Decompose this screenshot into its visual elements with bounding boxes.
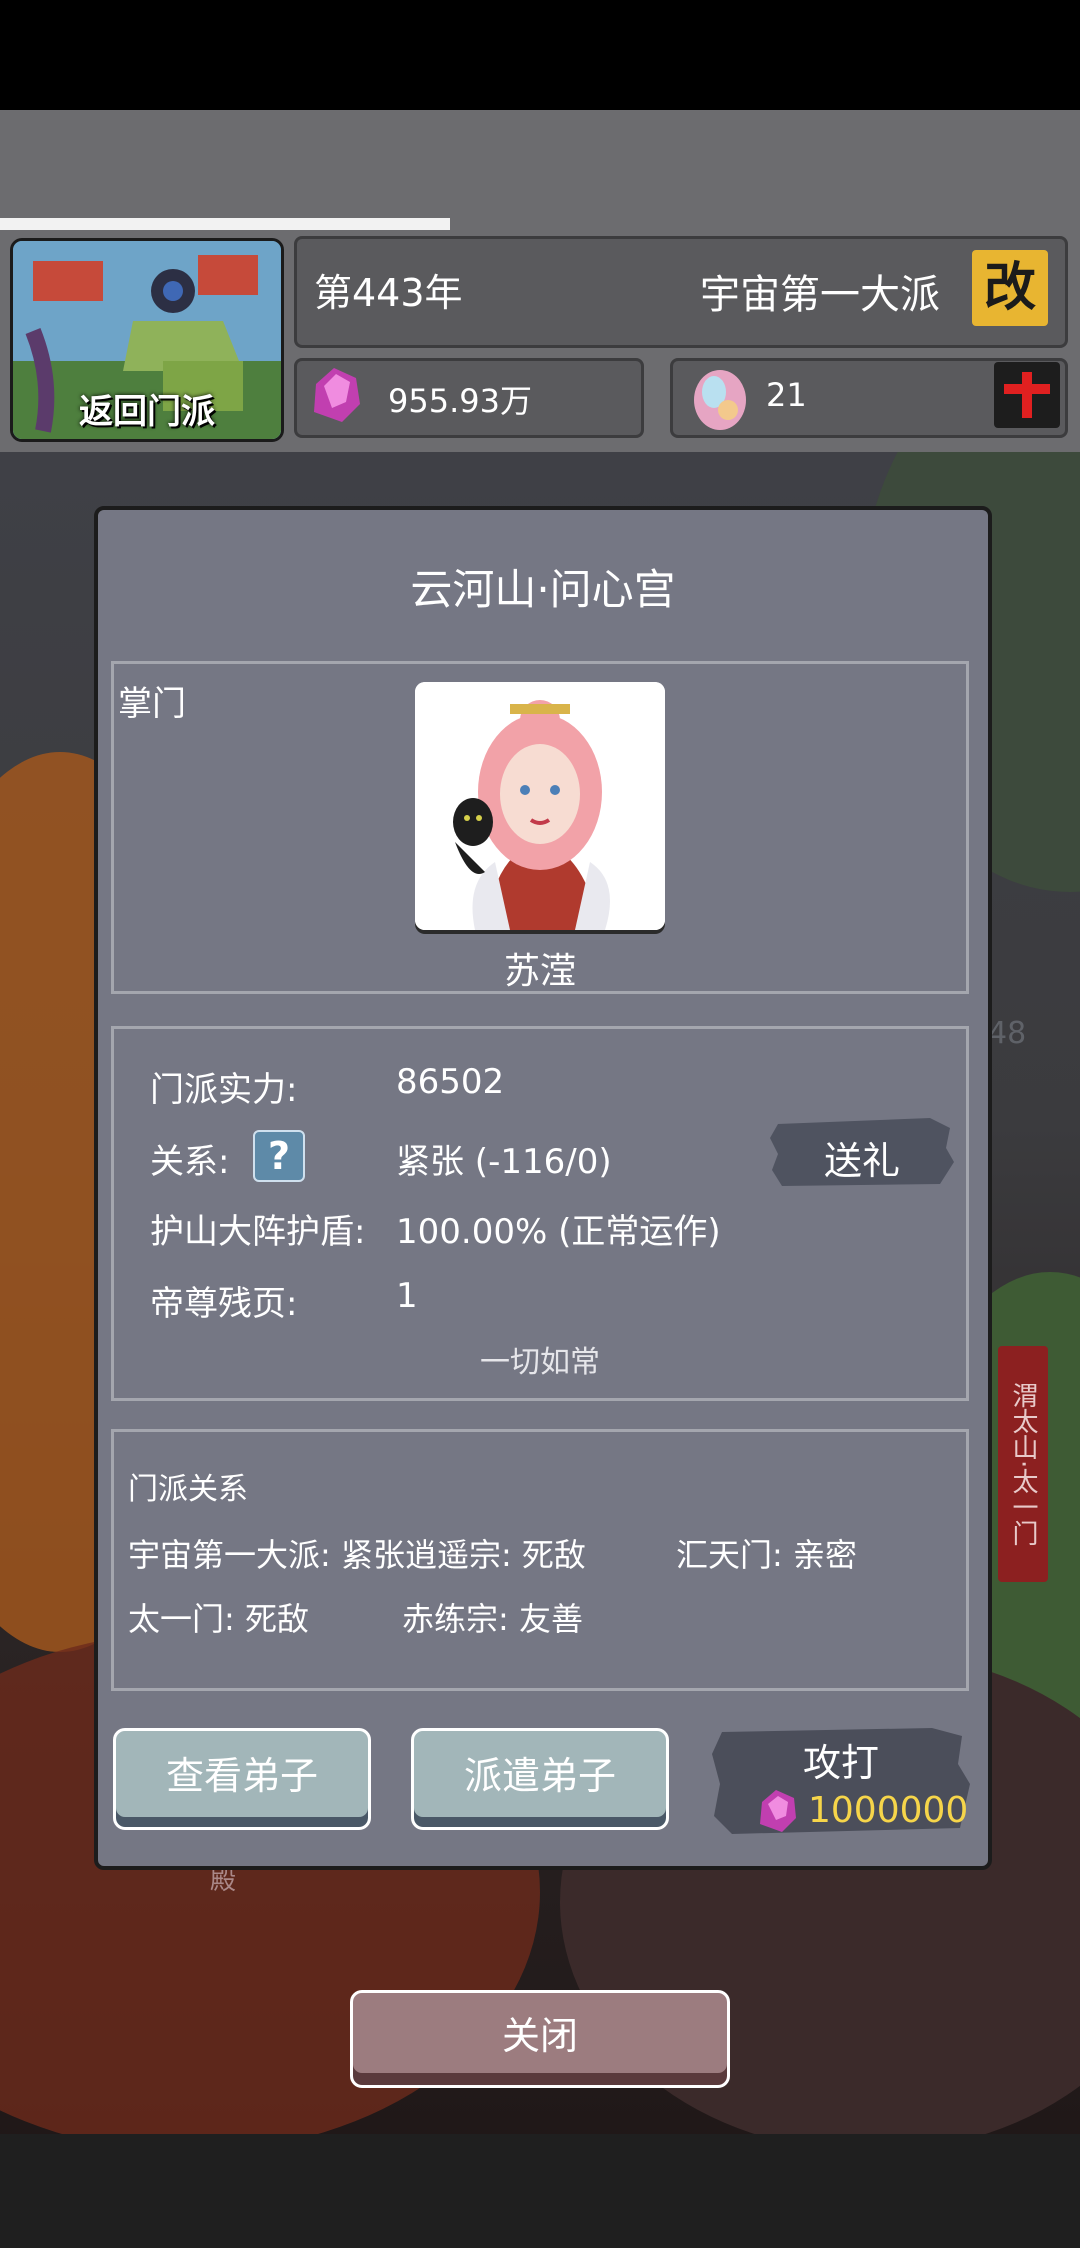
leader-name: 苏滢: [503, 951, 576, 992]
map-number-label: 48: [988, 1016, 1027, 1051]
view-disciples-button[interactable]: 查看弟子: [113, 1728, 371, 1830]
add-button[interactable]: [994, 362, 1060, 428]
pages-label: 帝尊残页:: [150, 1284, 298, 1324]
shield-value: 100.00% (正常运作): [396, 1212, 721, 1252]
relations-title: 门派关系: [128, 1472, 248, 1507]
relation-item: 宇宙第一大派: 紧张逍遥宗: 死敌: [128, 1536, 586, 1574]
leader-portrait[interactable]: [415, 682, 665, 930]
close-button[interactable]: 关闭: [350, 1990, 730, 2088]
relation-item: 汇天门: 亲密: [676, 1536, 857, 1574]
relation-item: 太一门: 死敌: [128, 1600, 309, 1638]
sect-status-text: 一切如常: [480, 1345, 600, 1380]
attack-button-label: 攻打: [802, 1741, 879, 1785]
attack-cost: 1000000: [808, 1790, 969, 1831]
spirit-stone-icon: [314, 368, 360, 422]
sect-name: 宇宙第一大派: [700, 272, 940, 318]
loading-progress-bar: [0, 218, 450, 230]
pages-value: 1: [396, 1276, 418, 1316]
egg-count: 21: [766, 376, 807, 414]
rename-sect-button[interactable]: 改: [972, 250, 1048, 326]
map-sect-banner-label: 渭太山·太一门: [1008, 1381, 1038, 1547]
shield-label: 护山大阵护盾:: [150, 1212, 366, 1252]
power-label: 门派实力:: [150, 1070, 298, 1110]
spirit-stone-count: 955.93万: [388, 382, 532, 420]
spirit-stone-icon: [760, 1790, 796, 1832]
plus-icon: [1004, 372, 1050, 418]
return-to-sect-button[interactable]: 返回门派: [10, 238, 284, 442]
year-text: 第443年: [314, 271, 463, 315]
bottom-bar: [0, 2134, 1080, 2248]
spirit-egg-icon: [694, 370, 746, 430]
dispatch-disciples-button[interactable]: 派遣弟子: [411, 1728, 669, 1830]
status-bar: [0, 0, 1080, 110]
dialog-title: 云河山·问心宫: [410, 565, 676, 614]
power-value: 86502: [396, 1062, 505, 1102]
relation-value: 紧张 (-116/0): [396, 1142, 612, 1182]
leader-avatar-image: [415, 682, 665, 930]
return-to-sect-label: 返回门派: [79, 392, 215, 432]
help-icon[interactable]: ?: [253, 1130, 305, 1182]
relation-item: 赤练宗: 友善: [402, 1600, 583, 1638]
relation-label: 关系:: [150, 1142, 230, 1182]
leader-label: 掌门: [118, 684, 186, 724]
gift-button-label: 送礼: [823, 1139, 900, 1183]
